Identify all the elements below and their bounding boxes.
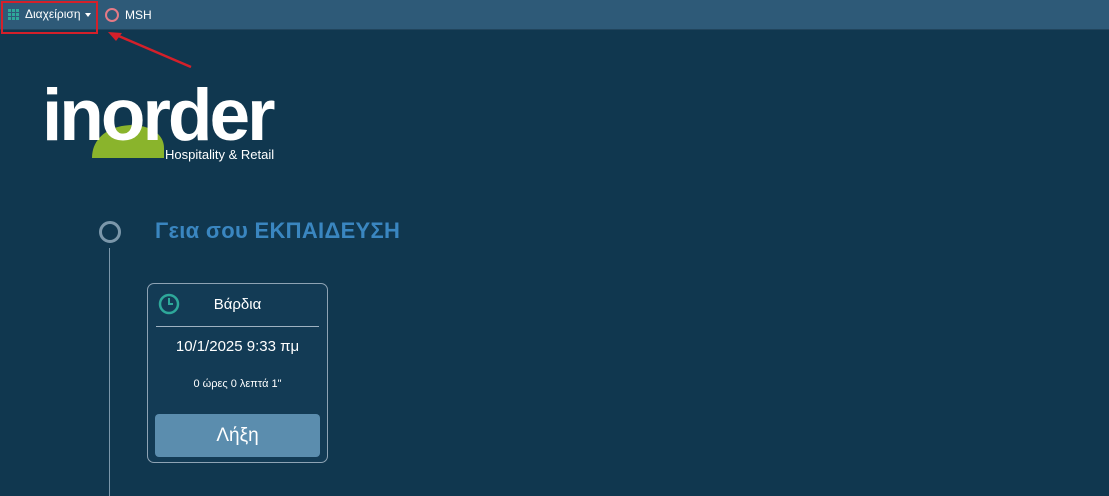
shift-start-time: 10/1/2025 9:33 πμ	[175, 338, 300, 355]
grid-icon	[8, 8, 19, 20]
management-menu-label: Διαχείριση	[25, 7, 81, 21]
caret-down-icon	[84, 12, 91, 17]
shift-card-header: Βάρδια	[148, 284, 327, 326]
shift-card: Βάρδια 10/1/2025 9:33 πμ 0 ώρες 0 λεπτά …	[147, 283, 328, 463]
circle-icon	[105, 8, 119, 22]
shift-title: Βάρδια	[213, 296, 262, 313]
timeline-line	[109, 248, 110, 496]
end-shift-button[interactable]: Λήξη	[155, 414, 320, 457]
svg-text:inorder: inorder	[42, 75, 275, 156]
greeting-heading: Γεια σου ΕΚΠΑΙΔΕΥΣΗ	[155, 218, 401, 243]
msh-button[interactable]: MSH	[105, 6, 152, 24]
msh-label: MSH	[125, 8, 152, 22]
timeline-node	[99, 221, 121, 243]
shift-duration: 0 ώρες 0 λεπτά 1"	[193, 378, 282, 390]
card-divider	[156, 326, 319, 327]
inorder-logo: inorder Hospitality & Retail	[42, 75, 278, 162]
svg-text:Hospitality & Retail: Hospitality & Retail	[165, 147, 274, 162]
management-menu-button[interactable]: Διαχείριση	[4, 4, 91, 24]
annotation-arrow	[108, 32, 192, 69]
